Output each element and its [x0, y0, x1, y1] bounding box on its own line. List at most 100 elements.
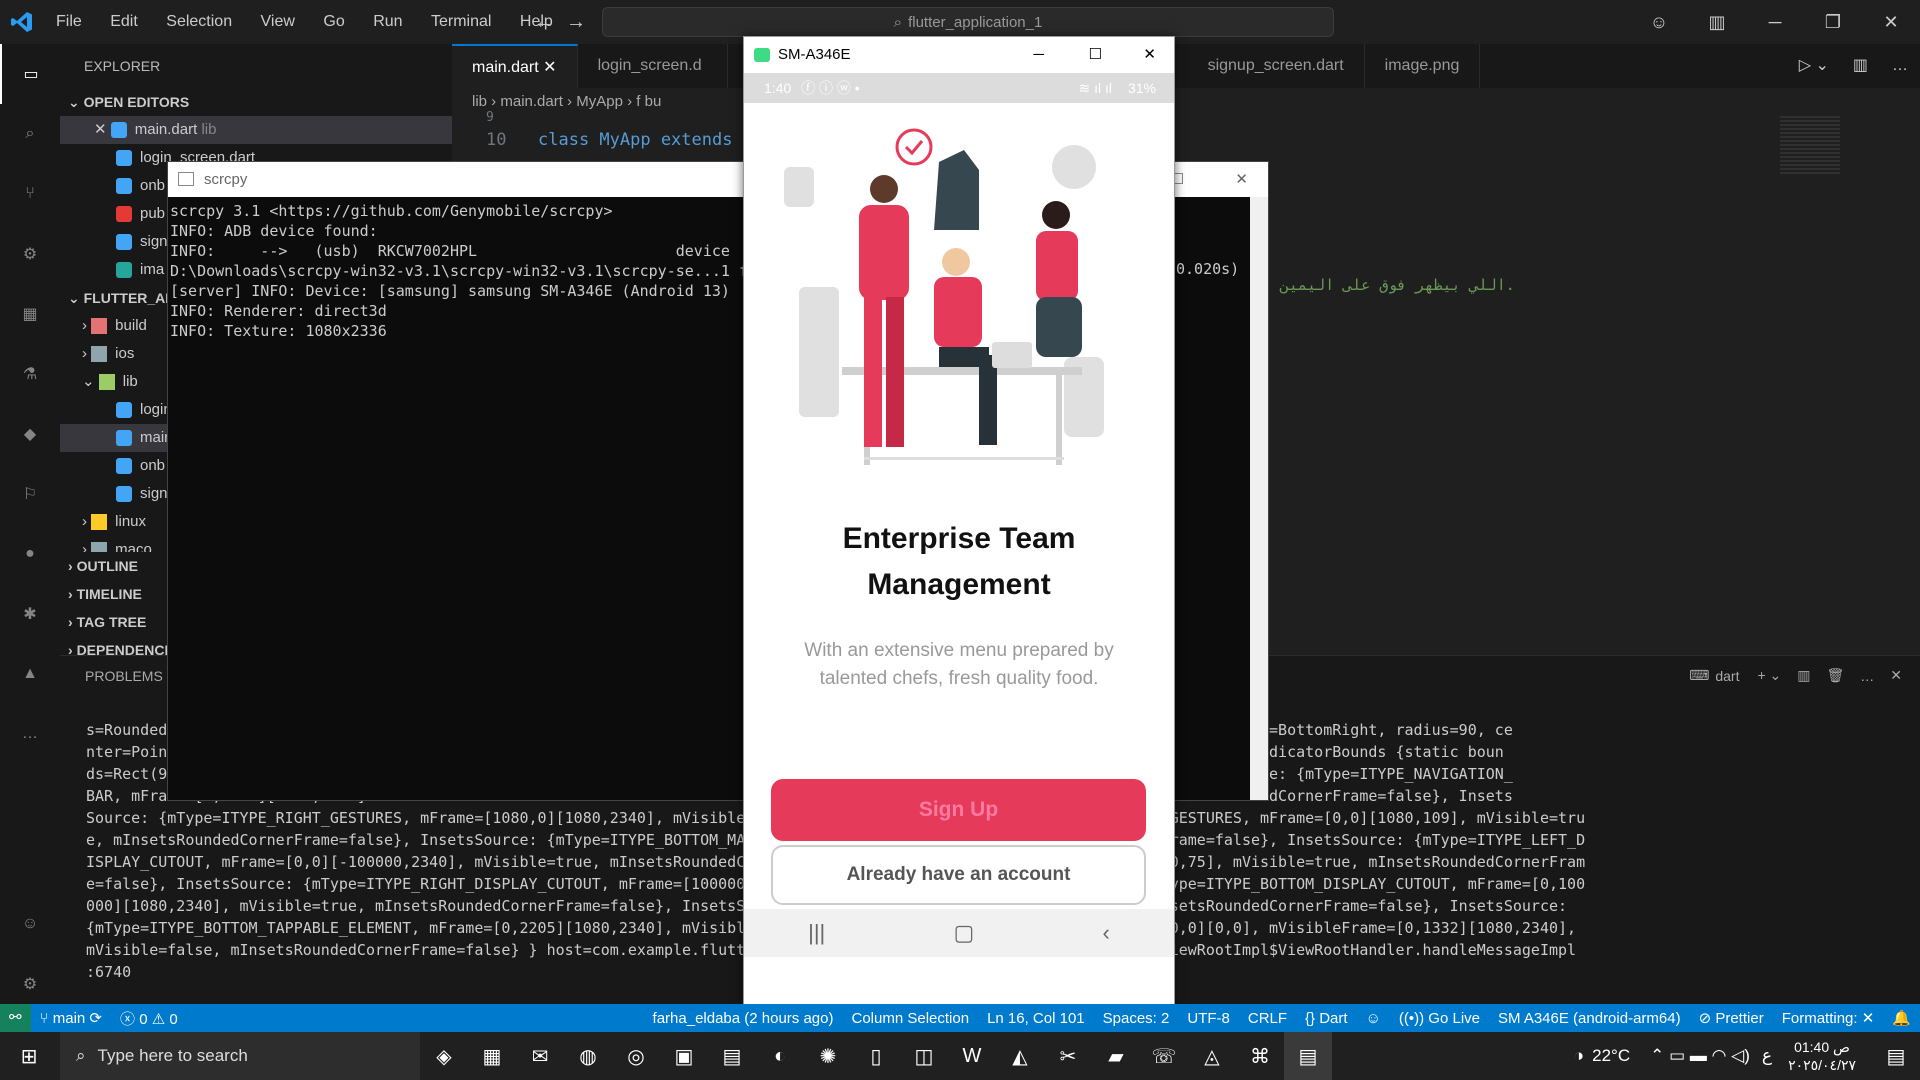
problems-item[interactable]: ⓧ 0 ⚠ 0	[111, 1008, 187, 1029]
menu-selection[interactable]: Selection	[166, 13, 232, 31]
photos-icon[interactable]: ▣	[660, 1032, 708, 1080]
breadcrumb-folder[interactable]: lib	[472, 93, 487, 110]
minimap[interactable]	[1780, 116, 1840, 176]
menu-run[interactable]: Run	[373, 13, 402, 31]
trash-icon[interactable]: 🗑	[1826, 667, 1844, 684]
source-control-icon[interactable]: ⑂	[0, 164, 60, 224]
account-icon[interactable]: ☺	[0, 894, 60, 954]
globe-icon[interactable]: ◍	[564, 1032, 612, 1080]
whatsapp-icon[interactable]: ☏	[1140, 1032, 1188, 1080]
input-language[interactable]: ع	[1762, 1046, 1772, 1066]
close-icon[interactable]: ✕	[94, 121, 111, 138]
close-icon[interactable]: ✕	[1862, 0, 1920, 44]
formatting[interactable]: Formatting: ✕	[1773, 1009, 1884, 1027]
explorer-icon[interactable]: ▭	[0, 44, 60, 104]
tab-image-png[interactable]: image.png	[1365, 44, 1481, 88]
edge-icon[interactable]: ◐	[756, 1032, 804, 1080]
breadcrumb-class[interactable]: MyApp	[576, 93, 623, 110]
remote-icon[interactable]: ⚯	[0, 1004, 31, 1032]
menu-terminal[interactable]: Terminal	[431, 13, 491, 31]
more-icon[interactable]: …	[1860, 668, 1874, 684]
back-arrow-icon[interactable]: ←	[534, 11, 554, 34]
windows-start-icon[interactable]: ⊞	[0, 1032, 58, 1080]
recents-icon[interactable]: |||	[808, 920, 825, 946]
maximize-icon[interactable]: ☐	[1089, 37, 1102, 73]
postman-icon[interactable]: ✺	[804, 1032, 852, 1080]
phone-mirror-window[interactable]: SM-A346E ─ ☐ ✕ 1:40 ⓕ ⓘ ⓦ • ≋ ıl ıl 31% …	[743, 36, 1175, 1006]
containers-icon[interactable]: ✱	[0, 584, 60, 644]
scrcpy-taskbar-icon[interactable]: ▤	[1284, 1032, 1332, 1080]
already-have-account-button[interactable]: Already have an account	[771, 845, 1146, 905]
copilot-icon[interactable]: ☺	[1357, 1010, 1390, 1027]
cursor-position[interactable]: Ln 16, Col 101	[978, 1010, 1094, 1027]
breadcrumb-file[interactable]: main.dart	[500, 93, 563, 110]
problems-tab[interactable]: PROBLEMS	[85, 668, 163, 684]
search-icon[interactable]: ⌕	[0, 104, 60, 164]
close-icon[interactable]: ✕	[543, 59, 556, 76]
more-icon[interactable]: …	[0, 704, 60, 764]
bell-icon[interactable]: 🔔	[1883, 1009, 1920, 1027]
remote-icon[interactable]: ⚐	[0, 464, 60, 524]
file-explorer-icon[interactable]: ▰	[1092, 1032, 1140, 1080]
close-icon[interactable]: ✕	[1890, 667, 1902, 684]
encoding[interactable]: UTF-8	[1178, 1010, 1239, 1027]
terminal-shell-label[interactable]: dart	[1715, 668, 1739, 684]
tab-main-dart[interactable]: main.dart ✕	[452, 44, 578, 88]
tray-icons[interactable]: ⌃ ▭ ▬ ◠ ◁)	[1650, 1046, 1750, 1066]
weather-temp[interactable]: 22°C	[1592, 1046, 1630, 1066]
app-icon-2[interactable]: ◬	[1188, 1032, 1236, 1080]
vscode-taskbar-icon[interactable]: ⌘	[1236, 1032, 1284, 1080]
layout-icon[interactable]: ▥	[1688, 0, 1746, 44]
open-editor-item[interactable]: ✕ main.dart lib	[60, 116, 452, 144]
menu-view[interactable]: View	[261, 13, 295, 31]
run-icon[interactable]: ▷ ⌄	[1787, 44, 1841, 88]
restore-icon[interactable]: ❐	[1804, 0, 1862, 44]
split-editor-icon[interactable]: ▥	[1841, 44, 1880, 88]
taskbar-search[interactable]: ⌕ Type here to search	[60, 1032, 420, 1080]
store-icon[interactable]: ▦	[468, 1032, 516, 1080]
tab-login-screen[interactable]: login_screen.d	[578, 44, 728, 88]
debug-icon[interactable]: ⚙	[0, 224, 60, 284]
python-icon[interactable]: ◆	[0, 404, 60, 464]
open-editors-section[interactable]: ⌄ OPEN EDITORS	[60, 88, 452, 116]
more-actions-icon[interactable]: …	[1880, 44, 1920, 88]
pycharm-icon[interactable]: ▤	[708, 1032, 756, 1080]
branch-item[interactable]: ⑂ main ⟳	[31, 1009, 111, 1027]
home-icon[interactable]: ▢	[954, 920, 975, 946]
device-selector[interactable]: SM A346E (android-arm64)	[1489, 1010, 1690, 1027]
menu-edit[interactable]: Edit	[110, 13, 138, 31]
git-blame[interactable]: farha_eldaba (2 hours ago)	[644, 1010, 843, 1027]
indentation[interactable]: Spaces: 2	[1094, 1010, 1179, 1027]
language-mode[interactable]: {} Dart	[1296, 1010, 1357, 1027]
close-icon[interactable]: ✕	[1235, 162, 1248, 197]
extensions-icon[interactable]: ▦	[0, 284, 60, 344]
minimize-icon[interactable]: ─	[1033, 37, 1044, 73]
testing-icon[interactable]: ⚗	[0, 344, 60, 404]
prettier[interactable]: ⊘ Prettier	[1690, 1009, 1773, 1027]
app-icon[interactable]: ◎	[612, 1032, 660, 1080]
notifications-icon[interactable]: ▤	[1872, 1032, 1920, 1080]
word-icon[interactable]: W	[948, 1032, 996, 1080]
console-scrollbar[interactable]	[1250, 197, 1268, 800]
command-center-search[interactable]: ⌕ flutter_application_1	[602, 7, 1334, 37]
flutter-icon[interactable]: ▲	[0, 644, 60, 704]
outlook-icon[interactable]: ✉	[516, 1032, 564, 1080]
close-icon[interactable]: ✕	[1143, 37, 1156, 73]
file-icon[interactable]: ▯	[852, 1032, 900, 1080]
menu-file[interactable]: File	[56, 13, 82, 31]
back-icon[interactable]: ‹	[1103, 920, 1110, 946]
sign-up-button[interactable]: Sign Up	[771, 779, 1146, 841]
github-icon[interactable]: ●	[0, 524, 60, 584]
copilot-icon[interactable]: ◈	[420, 1032, 468, 1080]
forward-arrow-icon[interactable]: →	[566, 11, 586, 34]
split-terminal-icon[interactable]: ▥	[1797, 667, 1810, 684]
snipping-icon[interactable]: ✂	[1044, 1032, 1092, 1080]
go-live[interactable]: ((•)) Go Live	[1390, 1010, 1489, 1027]
clock[interactable]: 01:40 ص ٢٠٢٥/٠٤/٢٧	[1788, 1038, 1856, 1074]
copilot-icon[interactable]: ☺	[1630, 0, 1688, 44]
phone-titlebar[interactable]: SM-A346E ─ ☐ ✕	[744, 37, 1174, 73]
android-studio-icon[interactable]: ◭	[996, 1032, 1044, 1080]
menu-go[interactable]: Go	[323, 13, 344, 31]
selection-mode[interactable]: Column Selection	[843, 1010, 979, 1027]
breadcrumb-fn[interactable]: f bu	[636, 93, 661, 110]
